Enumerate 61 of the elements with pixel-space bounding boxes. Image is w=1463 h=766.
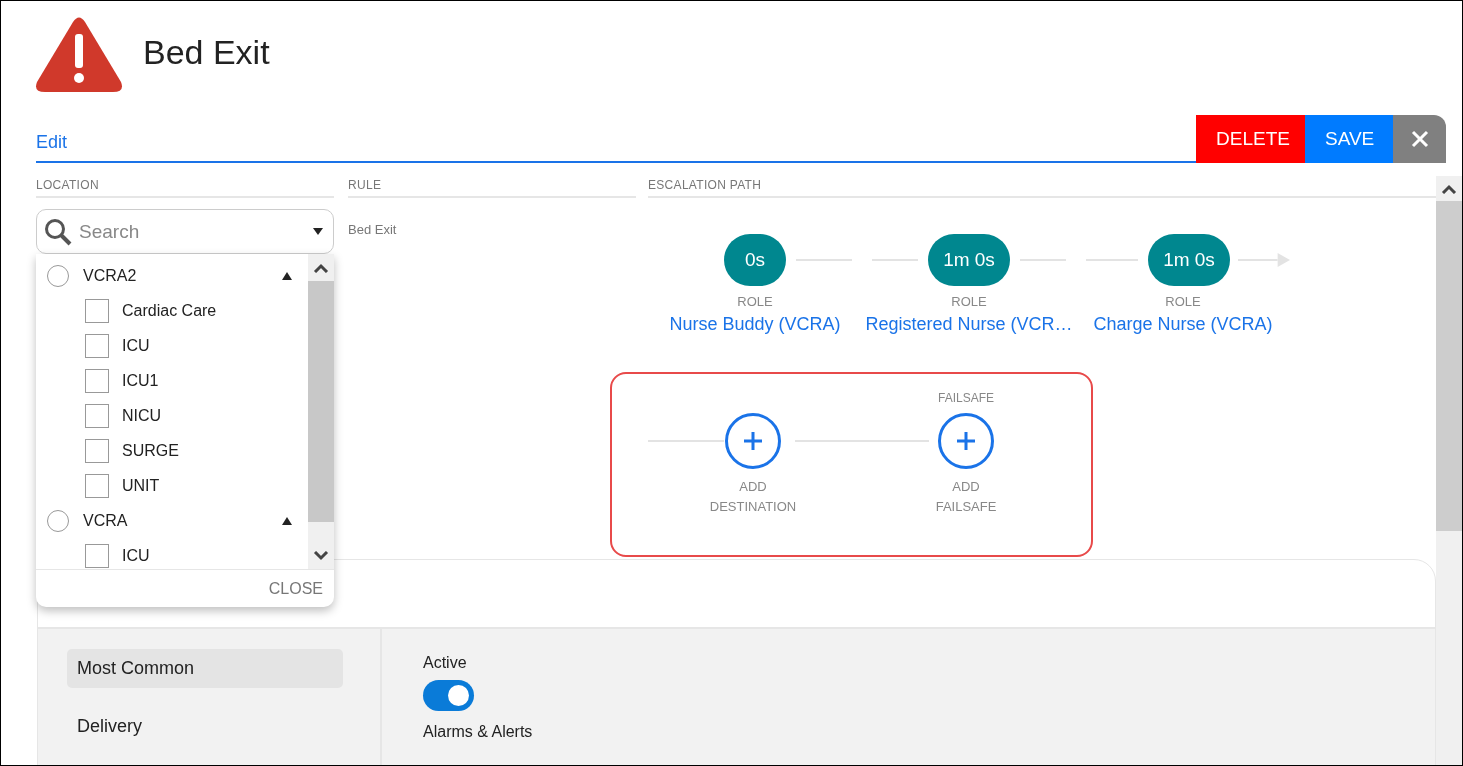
settings-nav-item[interactable]: Delivery [67,707,343,746]
checkbox[interactable] [85,543,109,568]
toggle-switch[interactable] [423,680,474,711]
location-item[interactable]: SURGE [122,441,179,460]
delay-pill[interactable]: 1m 0s [928,234,1010,286]
recipient-link[interactable]: Registered Nurse (VCR… [865,314,1073,335]
location-item[interactable]: UNIT [122,476,160,495]
location-item[interactable]: NICU [122,406,162,425]
scrollbar-thumb[interactable] [308,281,334,522]
delete-button[interactable]: DELETE [1196,115,1305,163]
page-title: Bed Exit [143,33,270,72]
column-header: RULE [348,178,636,198]
scroll-up-icon[interactable] [313,262,329,273]
caret-up-icon[interactable] [282,271,292,280]
warning-icon [35,15,123,92]
step-type-label: ROLE [737,294,773,309]
recipient-link[interactable]: Nurse Buddy (VCRA) [669,314,841,335]
delay-pill[interactable]: 1m 0s [1148,234,1230,286]
section-heading: Alarms & Alerts [423,723,533,741]
location-group[interactable]: VCRA [83,511,282,530]
plus-icon [743,431,763,451]
step-type-label: ROLE [1165,294,1201,309]
add-destination-button[interactable] [725,413,781,469]
tab[interactable]: Edit [36,132,68,161]
scrollbar-track[interactable] [308,522,334,542]
save-button[interactable]: SAVE [1305,115,1393,163]
column-header: ESCALATION PATH [648,178,1436,198]
location-search-field[interactable]: Search [36,209,334,254]
location-item[interactable]: ICU [122,336,150,355]
caret-up-icon[interactable] [282,516,292,525]
scrollbar-thumb[interactable] [1436,201,1462,531]
checkbox[interactable] [85,298,109,323]
checkbox[interactable] [85,333,109,358]
node-label: ADD DESTINATION [709,478,797,516]
location-item[interactable]: Cardiac Care [122,301,217,320]
close-icon [1410,130,1429,148]
plus-icon [956,431,976,451]
rule-name: Bed Exit [348,222,397,237]
add-failsafe-button[interactable] [938,413,994,469]
column-header: LOCATION [36,178,334,198]
close-button[interactable]: CLOSE [268,579,323,598]
location-group[interactable]: VCRA2 [83,266,282,285]
scroll-down-icon[interactable] [313,550,329,561]
scroll-up-icon[interactable] [1441,183,1457,194]
checkbox[interactable] [85,473,109,498]
checkbox[interactable] [85,403,109,428]
location-item[interactable]: ICU [122,546,150,565]
caret-down-icon[interactable] [313,228,323,235]
close-button[interactable] [1393,115,1446,163]
node-label: ADD FAILSAFE [935,478,997,516]
field-label: Active [423,654,468,672]
checkbox[interactable] [85,438,109,463]
step-type-label: ROLE [951,294,987,309]
checkbox[interactable] [85,368,109,393]
delay-pill[interactable]: 0s [724,234,786,286]
search-icon [44,218,72,246]
recipient-link[interactable]: Charge Nurse (VCRA) [1093,314,1273,335]
settings-nav-item[interactable]: Most Common [67,649,343,688]
arrow-icon [1237,253,1290,267]
failsafe-heading: FAILSAFE [938,391,994,407]
location-item[interactable]: ICU1 [122,371,159,390]
